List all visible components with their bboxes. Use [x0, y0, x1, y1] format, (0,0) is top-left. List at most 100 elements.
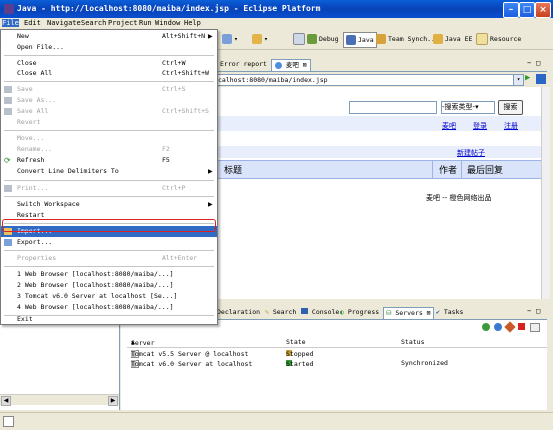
menu-run[interactable]: Run — [139, 19, 152, 27]
minimize-button[interactable]: – — [503, 2, 519, 18]
tab-declaration[interactable]: Declaration — [217, 307, 260, 318]
scroll-left-icon[interactable]: ◀ — [1, 396, 11, 406]
new-tool-icon[interactable]: ▾ — [252, 32, 268, 46]
refresh-icon: ⟳ — [4, 156, 11, 165]
menu-search[interactable]: Search — [81, 19, 106, 27]
search-type-select[interactable]: -搜索类型-▾ — [441, 101, 495, 114]
menu-window[interactable]: Window — [155, 19, 180, 27]
menu-item-recent-3[interactable]: 3 Tomcat v6.0 Server at localhost [Se...… — [1, 291, 217, 302]
menu-edit[interactable]: Edit — [24, 19, 41, 27]
url-input[interactable]: calhost:8080/maiba/index.jsp — [215, 74, 517, 86]
menu-item-export[interactable]: Export... — [1, 237, 217, 248]
tab-error-report[interactable]: Error report — [217, 59, 270, 70]
menu-item-open-file[interactable]: Open File... — [1, 42, 217, 53]
tab-tasks[interactable]: ✔ Tasks — [436, 307, 463, 318]
menu-item-recent-2[interactable]: 2 Web Browser [localhost:8080/maiba/...] — [1, 280, 217, 291]
menu-bar: File Edit Navigate Search Project Run Wi… — [0, 18, 553, 29]
header-status: Status — [401, 338, 425, 346]
progress-icon: ◐ — [340, 308, 344, 316]
perspective-java[interactable]: Java — [343, 32, 377, 48]
menu-navigate[interactable]: Navigate — [47, 19, 81, 27]
server-row[interactable]: +Tomcat v5.5 Server @ localhost Stopped — [127, 348, 547, 358]
menu-item-refresh[interactable]: ⟳ Refresh F5 — [1, 155, 217, 166]
java-ee-icon — [433, 34, 443, 44]
column-title: 标题 — [224, 166, 243, 176]
profile-server-icon[interactable] — [504, 321, 516, 333]
minimize-view-icon[interactable]: − — [527, 307, 531, 315]
menu-project[interactable]: Project — [108, 19, 138, 27]
java-icon — [346, 35, 356, 45]
print-icon — [4, 185, 12, 192]
url-dropdown-icon[interactable]: ▾ — [513, 74, 524, 86]
save-as-icon — [4, 97, 12, 104]
menu-item-save-all: Save All Ctrl+Shift+S — [1, 106, 217, 117]
menu-item-convert-line-delimiters[interactable]: Convert Line Delimiters To ▶ — [1, 166, 217, 177]
menu-item-recent-4[interactable]: 4 Web Browser [localhost:8080/maiba/...] — [1, 302, 217, 313]
search-button[interactable]: 搜索 — [498, 100, 523, 115]
search-input[interactable] — [349, 101, 437, 114]
menu-item-properties: Properties Alt+Enter — [17, 254, 198, 262]
console-icon — [301, 308, 308, 314]
globe-icon — [275, 61, 282, 69]
link-login[interactable]: 登录 — [473, 121, 487, 131]
maximize-view-icon[interactable]: □ — [536, 307, 540, 315]
search-icon: ✎ — [265, 308, 269, 316]
menu-item-move: Move... — [17, 134, 45, 142]
annotation-highlight-box — [2, 219, 216, 232]
maximize-button[interactable]: □ — [519, 2, 535, 18]
menu-help[interactable]: Help — [184, 19, 201, 27]
link-maiba[interactable]: 麦吧 — [442, 121, 456, 131]
menu-item-exit[interactable]: Exit — [1, 314, 217, 324]
tab-progress[interactable]: ◐ Progress — [340, 307, 379, 318]
server-row[interactable]: +Tomcat v6.0 Server at localhost Started… — [127, 358, 547, 368]
start-server-icon[interactable] — [494, 323, 502, 331]
servers-table-header: Server ▲ State Status — [127, 337, 547, 348]
menu-item-close-all[interactable]: Close All Ctrl+Shift+W — [1, 68, 217, 79]
team-synch-icon — [376, 34, 386, 44]
menu-item-revert: Revert — [17, 118, 41, 126]
window-title: Java - http://localhost:8080/maiba/index… — [17, 4, 321, 13]
editor-vertical-scrollbar[interactable] — [541, 87, 550, 299]
save-all-icon — [4, 108, 12, 115]
menu-file[interactable]: File — [2, 19, 19, 27]
close-window-button[interactable]: × — [535, 2, 551, 18]
left-horizontal-scrollbar[interactable]: ◀ ▶ — [0, 394, 119, 406]
perspective-team-synch[interactable]: Team Synch... — [376, 32, 439, 46]
file-menu: New Alt+Shift+N ▶ Open File... Close Ctrl+W… — [0, 29, 218, 325]
column-author: 作者 — [439, 166, 458, 176]
tab-console[interactable]: Console — [301, 307, 339, 318]
close-tab-icon[interactable]: ⊠ — [303, 61, 307, 69]
perspective-resource[interactable]: Resource — [476, 32, 521, 46]
menu-item-recent-1[interactable]: 1 Web Browser [localhost:8080/maiba/...] — [1, 269, 217, 280]
publish-icon[interactable] — [530, 323, 540, 332]
fast-view-icon[interactable] — [3, 416, 14, 427]
tab-maiba[interactable]: 麦吧 ⊠ — [271, 59, 311, 71]
stop-server-icon[interactable] — [518, 323, 525, 330]
menu-item-new[interactable]: New Alt+Shift+N ▶ — [1, 31, 217, 42]
status-bar — [0, 412, 553, 430]
debug-server-icon[interactable] — [482, 323, 490, 331]
menu-item-switch-workspace[interactable]: Switch Workspace ▶ — [1, 199, 217, 210]
close-tab-icon[interactable]: ⊠ — [427, 309, 431, 317]
maximize-view-icon[interactable]: □ — [536, 59, 540, 67]
menu-item-save-as: Save As... — [1, 95, 217, 106]
scroll-right-icon[interactable]: ▶ — [108, 396, 118, 406]
browser-nav-icon[interactable] — [536, 74, 546, 84]
perspective-java-ee[interactable]: Java EE — [433, 32, 472, 46]
servers-icon: ⛁ — [386, 309, 392, 317]
eclipse-app-icon — [4, 4, 14, 14]
tab-search[interactable]: ✎ Search — [265, 307, 296, 318]
link-register[interactable]: 注册 — [504, 121, 518, 131]
title-bar: Java - http://localhost:8080/maiba/index… — [0, 0, 553, 18]
save-icon — [4, 86, 12, 93]
run-tool-icon[interactable]: ▾ — [222, 32, 238, 46]
minimize-view-icon[interactable]: − — [527, 59, 531, 67]
resource-icon — [476, 33, 488, 45]
tab-servers[interactable]: ⛁ Servers ⊠ — [383, 307, 434, 319]
open-perspective-icon[interactable] — [293, 32, 307, 46]
go-icon[interactable]: ▶ — [525, 73, 530, 83]
new-post-link[interactable]: 新建帖子 — [457, 148, 485, 158]
perspective-debug[interactable]: Debug — [307, 32, 339, 46]
column-last-reply: 最后回复 — [467, 166, 504, 176]
export-icon — [4, 239, 12, 246]
